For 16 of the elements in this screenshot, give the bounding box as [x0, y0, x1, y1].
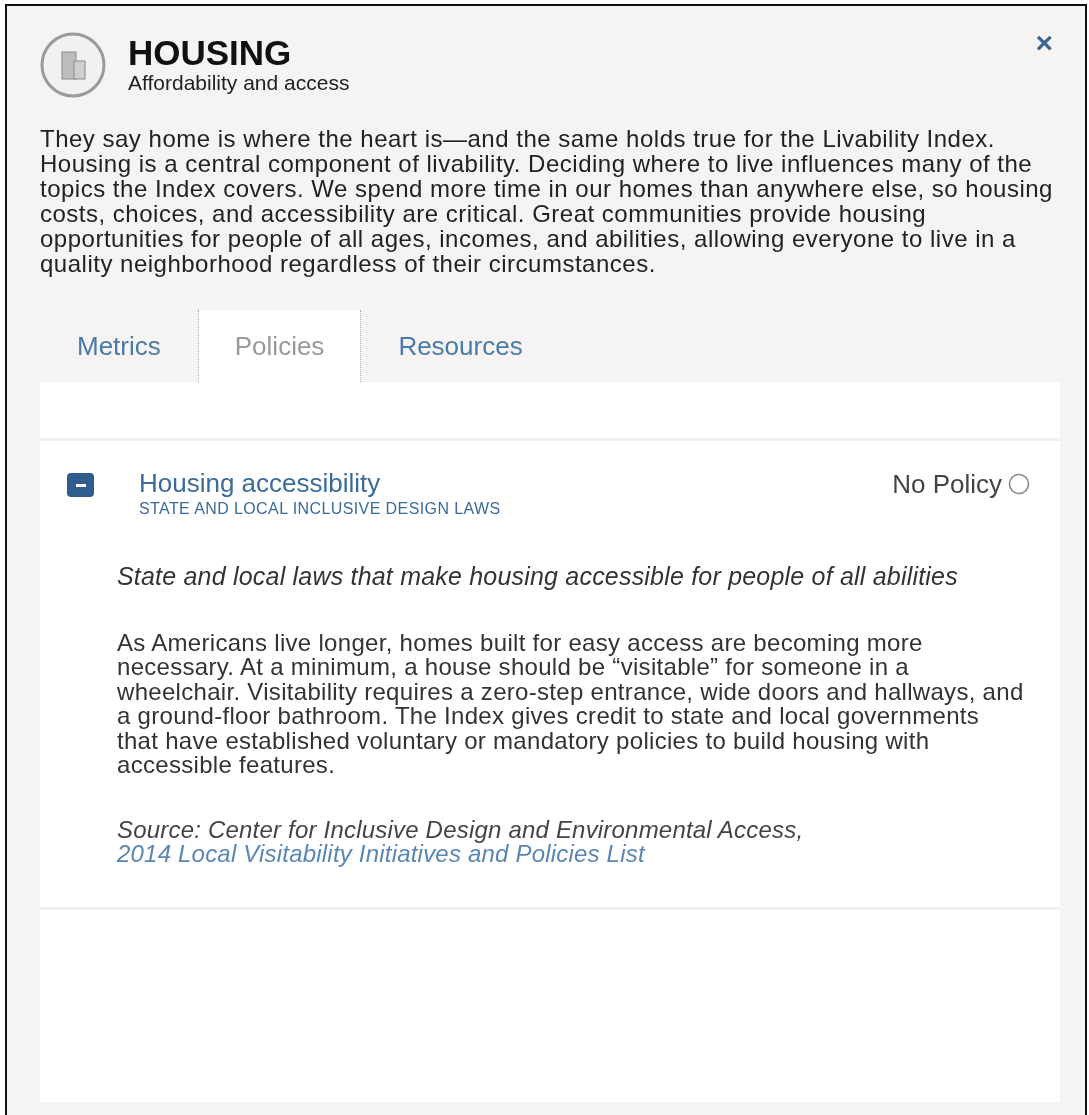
policy-status: No Policy — [892, 469, 1002, 500]
close-button[interactable]: × — [1031, 28, 1057, 58]
policy-title[interactable]: Housing accessibility — [139, 469, 893, 498]
building-icon — [40, 32, 106, 98]
tab[interactable]: Metrics — [40, 310, 198, 382]
panel-subtitle: Affordability and access — [128, 71, 350, 96]
circle-icon — [1008, 473, 1030, 495]
intro-paragraph: They say home is where the heart is—and the same holds true for the Livability Index. Housing is a central component of livability. Deciding where to live influences many of the topics the Index covers. We spend more time in our homes than anywhere else, so housing costs, choices, and accessibility are critical. Great communities provide housing opportunities for people of all ages, incomes, and abilities, allowing everyone to live in a quality neighborhood regardless of their circumstances. — [40, 126, 1054, 276]
policy-summary: State and local laws that make housing accessible for people of all abilities — [117, 561, 959, 591]
tab[interactable]: Policies — [197, 310, 362, 382]
panel-title: HOUSING — [128, 34, 293, 72]
collapse-button[interactable] — [67, 473, 94, 497]
tab[interactable]: Resources — [361, 310, 560, 382]
policy-subtitle: STATE AND LOCAL INCLUSIVE DESIGN LAWS — [139, 499, 502, 518]
source-note: Source: Center for Inclusive Design and Environmental Access, 2014 Local Visitability Initiatives and Policies List — [117, 817, 805, 867]
policy-description: As Americans live longer, homes built for easy access are becoming more necessary. At a minimum, a house should be “visitable” for someone in a wheelchair. Visitability requires a zero-step entrance, wide doors and hallways, and a ground-floor bathroom. The Index gives credit to state and local governments that have established voluntary or mandatory policies to build housing with accessible features. — [117, 630, 1024, 778]
